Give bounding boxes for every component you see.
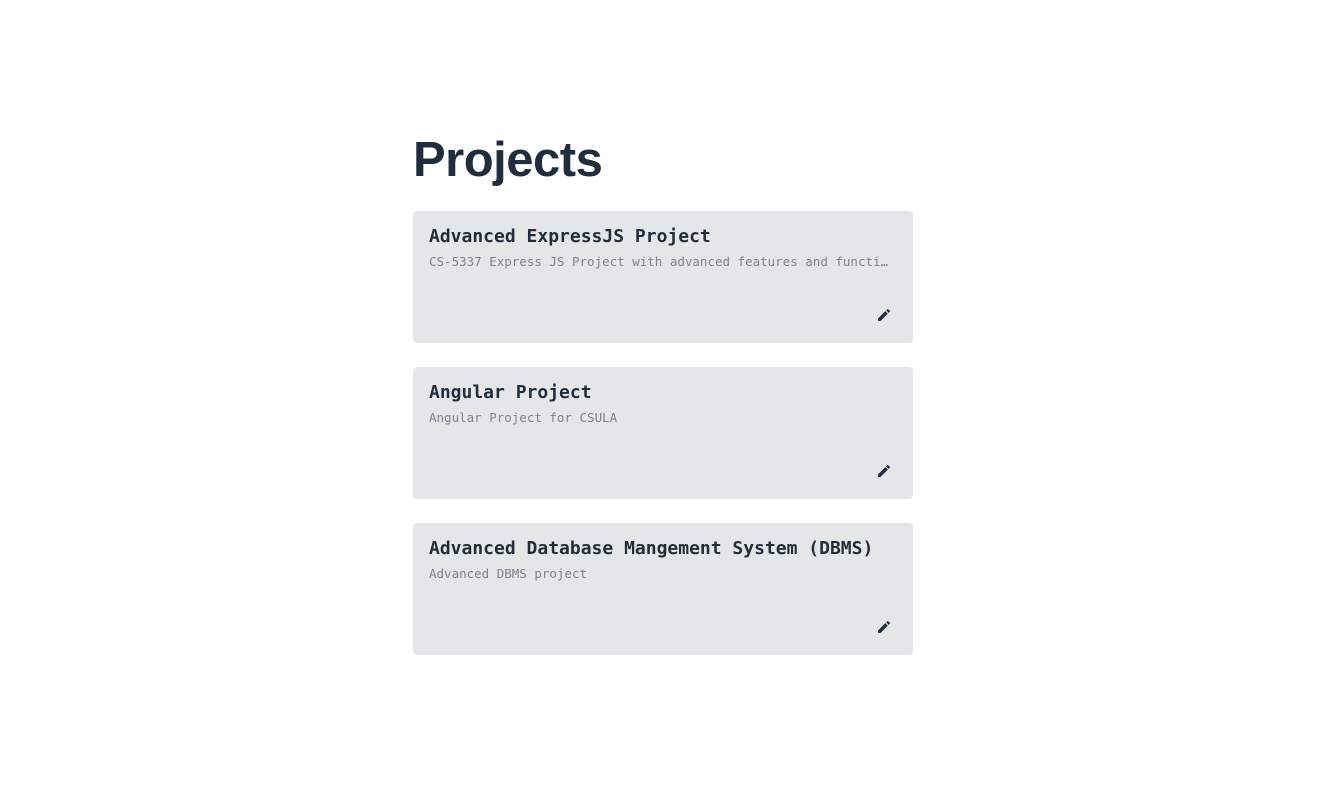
- project-card[interactable]: Advanced ExpressJS Project CS-5337 Expre…: [413, 211, 913, 343]
- project-card[interactable]: Advanced Database Mangement System (DBMS…: [413, 523, 913, 655]
- pencil-icon: [876, 619, 892, 635]
- project-description: Advanced DBMS project: [429, 566, 588, 581]
- project-title: Angular Project: [429, 382, 592, 403]
- page-title: Projects: [413, 133, 603, 187]
- project-title: Advanced Database Mangement System (DBMS…: [429, 538, 874, 559]
- project-title: Advanced ExpressJS Project: [429, 226, 711, 247]
- project-description: CS-5337 Express JS Project with advanced…: [429, 254, 891, 269]
- project-description: Angular Project for CSULA: [429, 410, 618, 425]
- projects-container: Projects Advanced ExpressJS Project CS-5…: [413, 130, 913, 679]
- pencil-icon: [876, 463, 892, 479]
- project-card[interactable]: Angular Project Angular Project for CSUL…: [413, 367, 913, 499]
- edit-project-button[interactable]: [873, 616, 895, 638]
- edit-project-button[interactable]: [873, 460, 895, 482]
- pencil-icon: [876, 307, 892, 323]
- edit-project-button[interactable]: [873, 304, 895, 326]
